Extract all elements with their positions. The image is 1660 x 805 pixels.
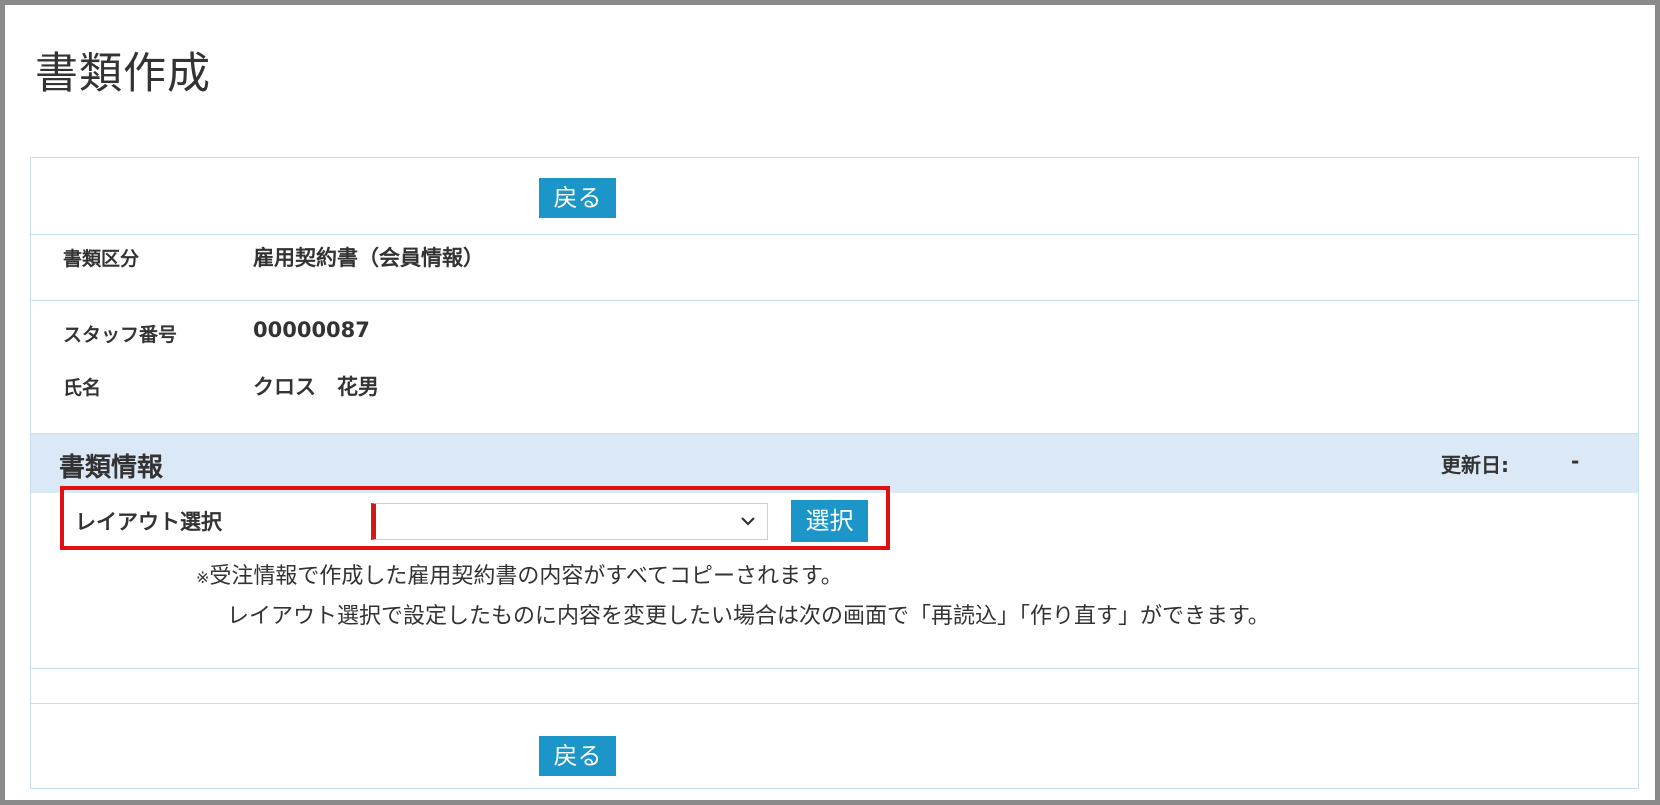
note-line-1: ※受注情報で作成した雇用契約書の内容がすべてコピーされます。 xyxy=(196,558,843,590)
doc-category-label: 書類区分 xyxy=(63,248,140,270)
divider xyxy=(31,234,1638,235)
chevron-down-icon xyxy=(741,517,755,526)
layout-select-label: レイアウト選択 xyxy=(75,510,222,534)
back-button-top[interactable]: 戻る xyxy=(539,178,616,218)
section-title: 書類情報 xyxy=(59,453,164,483)
updated-date-value: - xyxy=(1571,449,1580,473)
staff-number-value: 00000087 xyxy=(253,318,370,342)
back-button-bottom[interactable]: 戻る xyxy=(539,736,616,776)
divider xyxy=(31,703,1638,704)
divider xyxy=(31,668,1638,669)
note-line-1-text: 受注情報で作成した雇用契約書の内容がすべてコピーされます。 xyxy=(209,564,843,589)
page-title: 書類作成 xyxy=(35,49,211,99)
document-panel: 戻る 書類区分 雇用契約書（会員情報） スタッフ番号 00000087 氏名 ク… xyxy=(30,157,1639,789)
staff-number-label: スタッフ番号 xyxy=(63,324,178,346)
window-frame: 書類作成 戻る 書類区分 雇用契約書（会員情報） スタッフ番号 00000087… xyxy=(0,0,1660,805)
layout-select[interactable] xyxy=(371,503,768,540)
updated-date-label: 更新日: xyxy=(1441,453,1509,477)
divider xyxy=(31,300,1638,301)
note-line-2: レイアウト選択で設定したものに内容を変更したい場合は次の画面で「再読込」「作り直… xyxy=(227,604,1270,629)
name-value: クロス 花男 xyxy=(253,375,379,399)
select-button[interactable]: 選択 xyxy=(791,500,868,542)
doc-category-value: 雇用契約書（会員情報） xyxy=(253,246,484,270)
name-label: 氏名 xyxy=(63,377,102,399)
note-mark: ※ xyxy=(196,568,210,587)
section-header: 書類情報 更新日: - xyxy=(31,433,1638,493)
